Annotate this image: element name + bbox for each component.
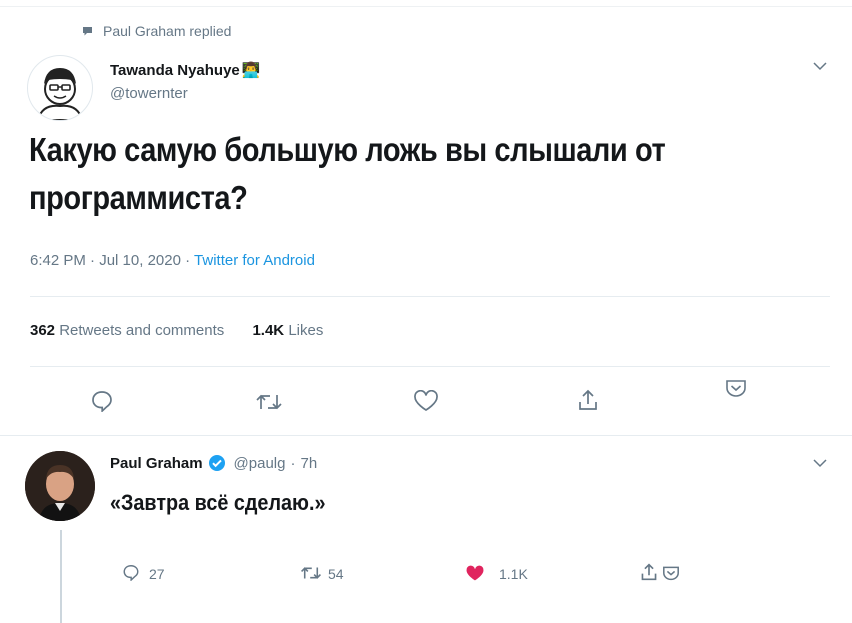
- divider: [30, 296, 830, 297]
- tweet-source[interactable]: Twitter for Android: [194, 252, 315, 269]
- bookmark-pocket-icon[interactable]: [725, 378, 747, 398]
- header-dot: ·: [290, 454, 296, 472]
- speech-bubble-icon: [82, 26, 93, 37]
- reply-time[interactable]: 7h: [300, 455, 317, 472]
- retweets-stat[interactable]: 362 Retweets and comments: [30, 322, 228, 339]
- author-handle[interactable]: @towernter: [110, 85, 188, 102]
- bookmark-pocket-icon[interactable]: [662, 565, 680, 581]
- reply-count: 27: [149, 566, 165, 582]
- likes-label: Likes: [288, 322, 324, 339]
- retweets-count: 362: [30, 322, 56, 339]
- meta-dot: ·: [90, 252, 96, 269]
- reply-author-name[interactable]: Paul Graham: [110, 455, 203, 472]
- verified-badge-icon: [208, 454, 226, 472]
- likes-stat[interactable]: 1.4K Likes: [252, 322, 323, 339]
- heart-icon[interactable]: [465, 565, 485, 582]
- share-icon[interactable]: [640, 562, 658, 582]
- like-count: 1.1K: [499, 566, 528, 582]
- tweet-meta: 6:42 PM · Jul 10, 2020 · Twitter for And…: [30, 252, 315, 269]
- reply-header: Paul Graham @paulg · 7h: [110, 452, 317, 474]
- engagement-stats: 362 Retweets and comments 1.4K Likes: [30, 322, 323, 339]
- top-border: [0, 6, 852, 7]
- reply-context-label: Paul Graham replied: [103, 23, 232, 39]
- reply-context: Paul Graham replied: [82, 21, 231, 41]
- author-name[interactable]: Tawanda Nyahuye: [110, 62, 240, 79]
- share-icon[interactable]: [577, 388, 599, 412]
- author-row[interactable]: Tawanda Nyahuye 👨‍💻: [110, 59, 260, 81]
- reply-author-handle[interactable]: @paulg: [234, 455, 286, 472]
- reply-avatar[interactable]: [25, 451, 95, 521]
- thread-line: [60, 530, 62, 623]
- likes-count: 1.4K: [252, 322, 285, 339]
- tweet-divider: [0, 435, 852, 436]
- divider: [30, 366, 830, 367]
- retweet-icon[interactable]: [255, 392, 283, 412]
- retweet-icon[interactable]: [300, 565, 322, 581]
- reply-text: «Завтра всё сделаю.»: [110, 490, 326, 515]
- reply-icon[interactable]: [122, 564, 140, 581]
- chevron-down-icon[interactable]: [813, 458, 827, 468]
- chevron-down-icon[interactable]: [813, 61, 827, 71]
- reply-icon[interactable]: [90, 390, 114, 412]
- tweet-time: 6:42 PM: [30, 252, 86, 269]
- tweet-date: Jul 10, 2020: [99, 252, 181, 269]
- retweets-label: Retweets and comments: [59, 322, 225, 339]
- author-emoji: 👨‍💻: [241, 62, 261, 79]
- heart-icon[interactable]: [413, 390, 439, 412]
- retweet-count: 54: [328, 566, 344, 582]
- tweet-text: Какую самую большую ложь вы слышали от п…: [29, 131, 666, 216]
- meta-dot: ·: [185, 252, 191, 269]
- avatar[interactable]: [27, 55, 93, 121]
